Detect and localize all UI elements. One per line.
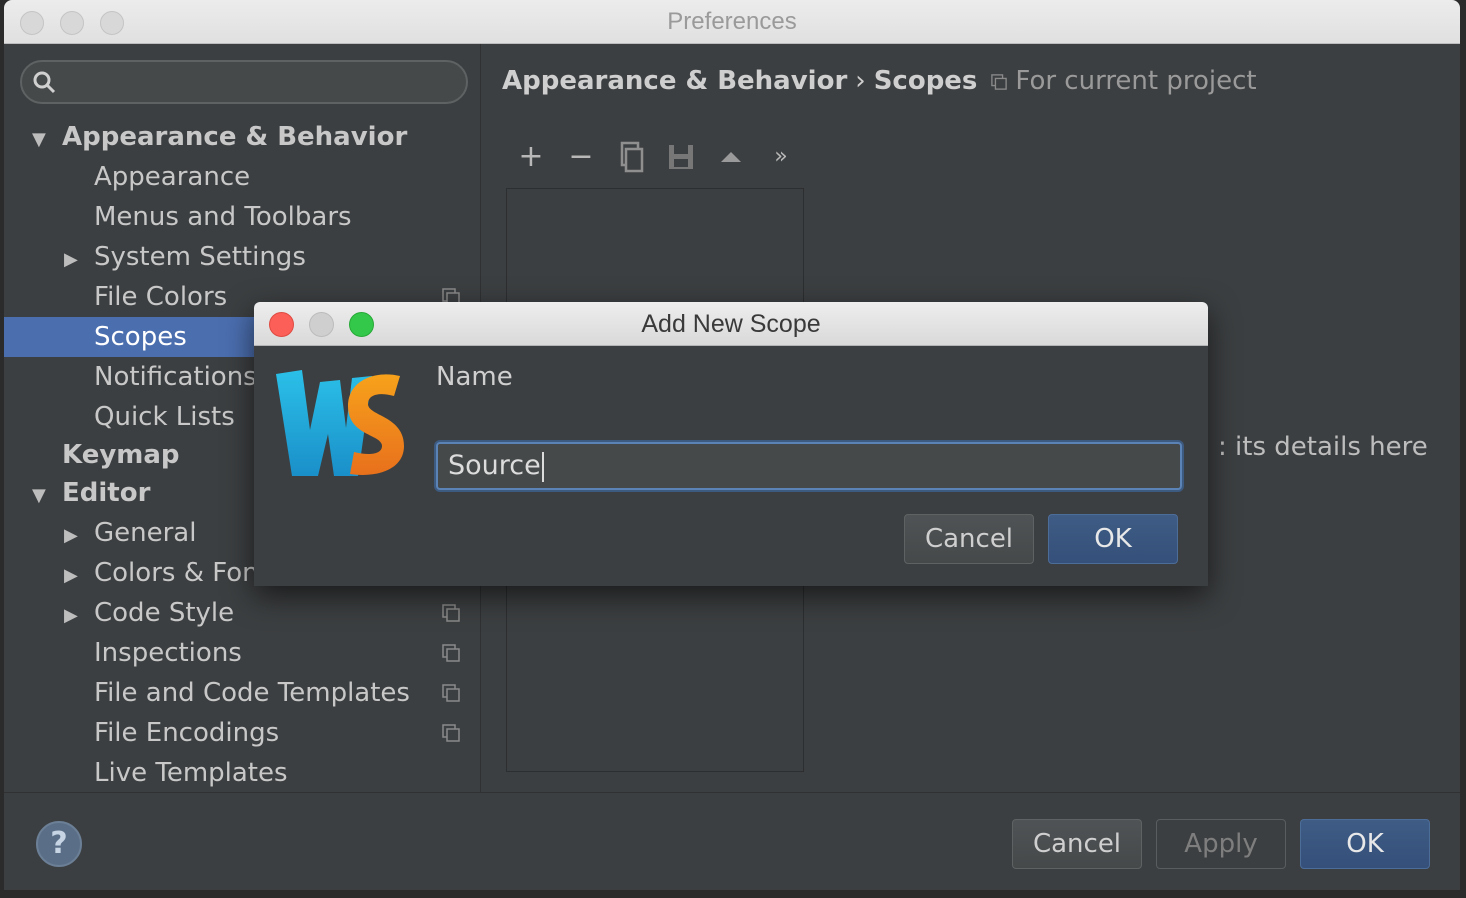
webstorm-logo-icon xyxy=(276,370,404,476)
tree-item-inspections[interactable]: Inspections xyxy=(94,633,242,673)
move-up-icon[interactable] xyxy=(716,140,746,174)
tree-item-file-encodings[interactable]: File Encodings xyxy=(94,713,279,753)
project-scope-icon xyxy=(442,724,460,742)
tree-item-editor[interactable]: ▼ Editor xyxy=(32,473,150,513)
search-input[interactable] xyxy=(20,60,468,104)
dialog-ok-button[interactable]: OK xyxy=(1048,514,1178,564)
collapsed-arrow-icon[interactable]: ▶ xyxy=(64,516,86,556)
project-scope-note: For current project xyxy=(991,66,1257,96)
tree-item-menus-toolbars[interactable]: Menus and Toolbars xyxy=(94,197,352,237)
save-icon[interactable] xyxy=(666,140,696,174)
project-scope-icon xyxy=(442,684,460,702)
tree-item-file-colors[interactable]: File Colors xyxy=(94,277,227,317)
help-button[interactable]: ? xyxy=(36,821,82,867)
tree-item-code-style[interactable]: ▶ Code Style xyxy=(64,593,234,633)
dialog-cancel-button[interactable]: Cancel xyxy=(904,514,1034,564)
tree-item-file-code-templates[interactable]: File and Code Templates xyxy=(94,673,410,713)
copy-icon[interactable] xyxy=(616,140,646,174)
breadcrumb-separator: › xyxy=(855,66,866,96)
tree-item-appearance-behavior[interactable]: ▼ Appearance & Behavior xyxy=(32,117,407,157)
ok-button[interactable]: OK xyxy=(1300,819,1430,869)
breadcrumb: Appearance & Behavior › Scopes For current … xyxy=(502,66,1257,96)
project-scope-icon xyxy=(991,74,1008,90)
window-title: Preferences xyxy=(667,8,797,35)
text-caret xyxy=(541,451,544,482)
more-icon[interactable]: » xyxy=(766,140,796,174)
project-scope-icon xyxy=(442,604,460,622)
expanded-arrow-icon[interactable]: ▼ xyxy=(32,476,54,516)
tree-item-quick-lists[interactable]: Quick Lists xyxy=(94,397,235,437)
tree-item-system-settings[interactable]: ▶ System Settings xyxy=(64,237,306,277)
breadcrumb-parent: Appearance & Behavior xyxy=(502,66,848,96)
cancel-button[interactable]: Cancel xyxy=(1012,819,1142,869)
title-bar: Preferences xyxy=(4,0,1460,44)
tree-item-notifications[interactable]: Notifications xyxy=(94,357,257,397)
tree-item-appearance[interactable]: Appearance xyxy=(94,157,250,197)
apply-button[interactable]: Apply xyxy=(1156,819,1286,869)
expanded-arrow-icon[interactable]: ▼ xyxy=(32,120,54,160)
tree-item-general[interactable]: ▶ General xyxy=(64,513,196,553)
project-scope-icon xyxy=(442,644,460,662)
name-label: Name xyxy=(436,362,513,392)
search-icon xyxy=(33,71,56,94)
footer-bar: ? Cancel Apply OK xyxy=(4,792,1460,890)
details-hint: : its details here xyxy=(1218,432,1428,462)
add-icon[interactable]: + xyxy=(516,140,546,174)
collapsed-arrow-icon[interactable]: ▶ xyxy=(64,240,86,280)
scope-name-input[interactable]: Source xyxy=(436,442,1182,490)
scope-name-value: Source xyxy=(448,450,541,481)
tree-item-keymap[interactable]: Keymap xyxy=(62,435,180,475)
remove-icon[interactable]: − xyxy=(566,140,596,174)
dialog-title: Add New Scope xyxy=(641,310,821,338)
add-scope-dialog: Add New Scope Name Source Cancel OK xyxy=(254,302,1208,586)
tree-item-colors-fonts[interactable]: ▶ Colors & Fon xyxy=(64,553,259,593)
dialog-title-bar: Add New Scope xyxy=(254,302,1208,346)
collapsed-arrow-icon[interactable]: ▶ xyxy=(64,556,86,596)
tree-item-live-templates[interactable]: Live Templates xyxy=(94,753,288,793)
breadcrumb-current: Scopes xyxy=(873,66,978,96)
collapsed-arrow-icon[interactable]: ▶ xyxy=(64,596,86,636)
